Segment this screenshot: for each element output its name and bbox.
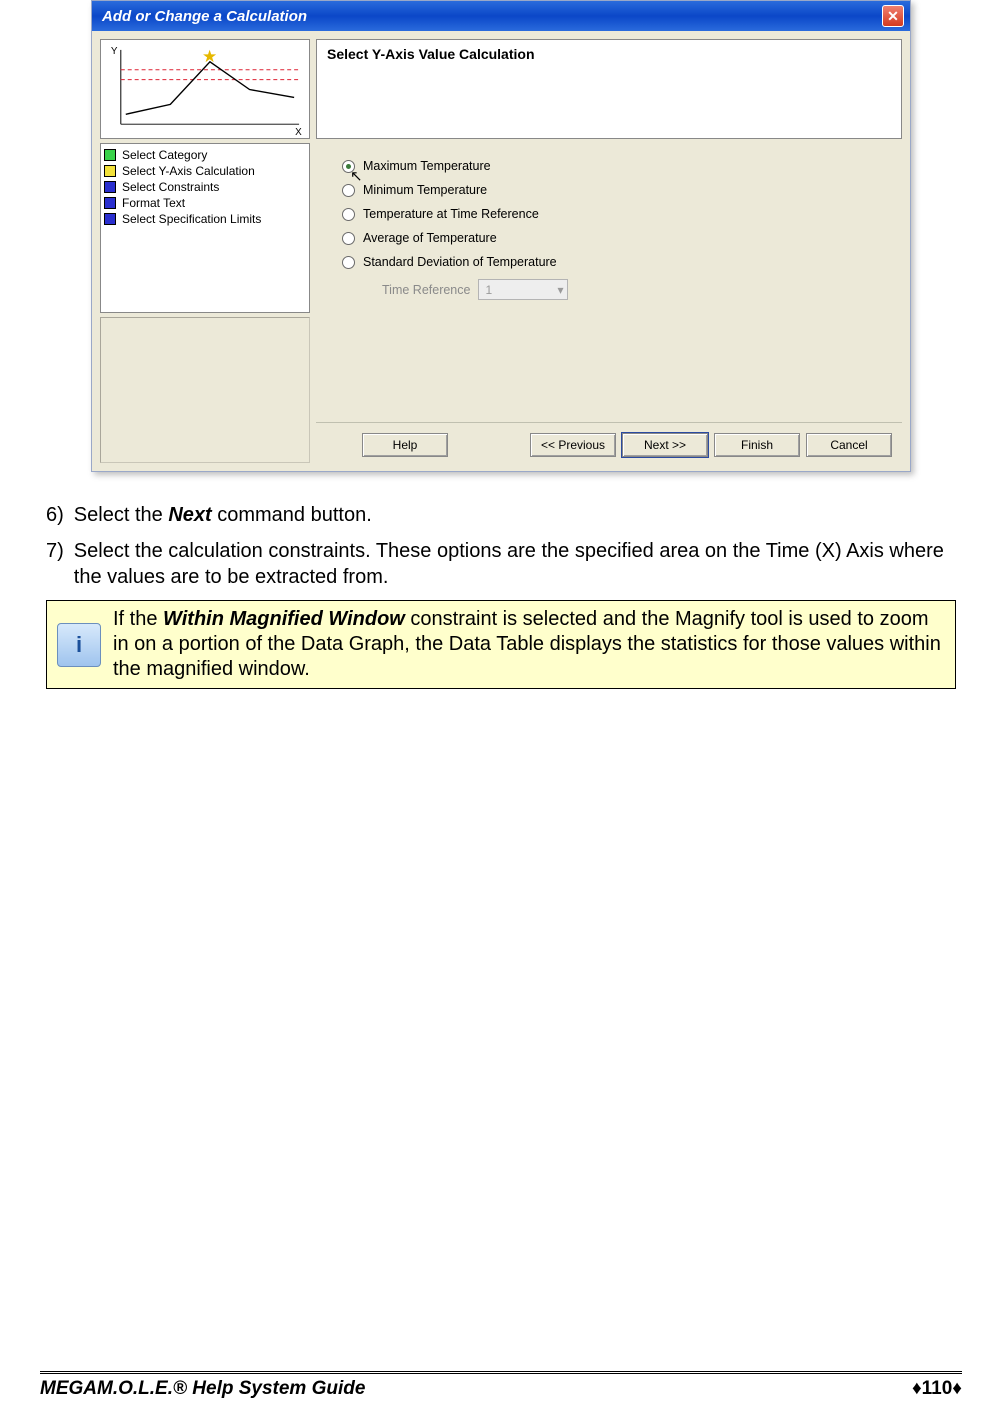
radio-min-temp[interactable]: Minimum Temperature xyxy=(342,183,888,197)
radio-icon xyxy=(342,184,355,197)
note-callout: i If the Within Magnified Window constra… xyxy=(46,600,956,689)
footer-left: MEGAM.O.L.E.® Help System Guide xyxy=(40,1378,365,1400)
radio-label: Average of Temperature xyxy=(363,231,497,245)
time-reference-label: Time Reference xyxy=(382,283,470,297)
sidebar-item-yaxis[interactable]: Select Y-Axis Calculation xyxy=(104,163,306,179)
axis-y-label: Y xyxy=(111,46,118,57)
button-bar: Help << Previous Next >> Finish Cancel xyxy=(316,422,902,463)
radio-stddev[interactable]: Standard Deviation of Temperature xyxy=(342,255,888,269)
star-icon: ★ xyxy=(202,47,217,66)
radio-max-temp[interactable]: Maximum Temperature ↖ xyxy=(342,159,888,173)
window-title: Add or Change a Calculation xyxy=(102,8,307,25)
cancel-button[interactable]: Cancel xyxy=(806,433,892,457)
instruction-steps: 6) Select the Next command button. 7) Se… xyxy=(40,502,962,590)
close-icon[interactable]: ✕ xyxy=(882,5,904,27)
sidebar-item-constraints[interactable]: Select Constraints xyxy=(104,179,306,195)
panel-heading: Select Y-Axis Value Calculation xyxy=(316,39,902,139)
radio-average[interactable]: Average of Temperature xyxy=(342,231,888,245)
wizard-step-list: Select Category Select Y-Axis Calculatio… xyxy=(100,143,310,313)
previous-button[interactable]: << Previous xyxy=(530,433,616,457)
radio-icon xyxy=(342,160,355,173)
swatch-icon xyxy=(104,165,116,177)
radio-at-timeref[interactable]: Temperature at Time Reference xyxy=(342,207,888,221)
time-reference-value: 1 xyxy=(485,283,492,297)
page-footer: MEGAM.O.L.E.® Help System Guide ♦110♦ xyxy=(40,1371,962,1400)
dialog-window: Add or Change a Calculation ✕ Y X ★ xyxy=(91,0,911,472)
step-7: 7) Select the calculation constraints. T… xyxy=(46,538,956,590)
swatch-icon xyxy=(104,181,116,193)
swatch-icon xyxy=(104,213,116,225)
preview-graph: Y X ★ xyxy=(100,39,310,139)
radio-icon xyxy=(342,256,355,269)
time-reference-row: Time Reference 1 ▾ xyxy=(382,279,888,300)
next-button[interactable]: Next >> xyxy=(622,433,708,457)
radio-label: Maximum Temperature xyxy=(363,159,491,173)
finish-button[interactable]: Finish xyxy=(714,433,800,457)
swatch-icon xyxy=(104,149,116,161)
sidebar-item-label: Select Constraints xyxy=(122,180,219,194)
note-text: If the Within Magnified Window constrain… xyxy=(113,607,945,682)
step-number: 6) xyxy=(46,502,64,528)
step-6: 6) Select the Next command button. xyxy=(46,502,956,528)
sidebar-spacer xyxy=(100,317,310,463)
step-number: 7) xyxy=(46,538,64,590)
swatch-icon xyxy=(104,197,116,209)
sidebar-item-label: Format Text xyxy=(122,196,185,210)
footer-page: ♦110♦ xyxy=(912,1378,962,1400)
radio-icon xyxy=(342,208,355,221)
radio-label: Standard Deviation of Temperature xyxy=(363,255,557,269)
sidebar-item-label: Select Category xyxy=(122,148,207,162)
options-panel: Maximum Temperature ↖ Minimum Temperatur… xyxy=(316,139,902,422)
radio-label: Temperature at Time Reference xyxy=(363,207,539,221)
step-text: Select the Next command button. xyxy=(74,502,372,528)
titlebar: Add or Change a Calculation ✕ xyxy=(92,1,910,31)
sidebar-item-label: Select Y-Axis Calculation xyxy=(122,164,255,178)
sidebar-item-category[interactable]: Select Category xyxy=(104,147,306,163)
radio-label: Minimum Temperature xyxy=(363,183,487,197)
radio-icon xyxy=(342,232,355,245)
help-button[interactable]: Help xyxy=(362,433,448,457)
sidebar-item-speclimits[interactable]: Select Specification Limits xyxy=(104,211,306,227)
step-text: Select the calculation constraints. Thes… xyxy=(74,538,956,590)
axis-x-label: X xyxy=(295,127,302,138)
chevron-down-icon: ▾ xyxy=(557,283,563,297)
time-reference-select: 1 ▾ xyxy=(478,279,568,300)
info-icon: i xyxy=(57,623,101,667)
sidebar-item-label: Select Specification Limits xyxy=(122,212,261,226)
sidebar-item-format[interactable]: Format Text xyxy=(104,195,306,211)
